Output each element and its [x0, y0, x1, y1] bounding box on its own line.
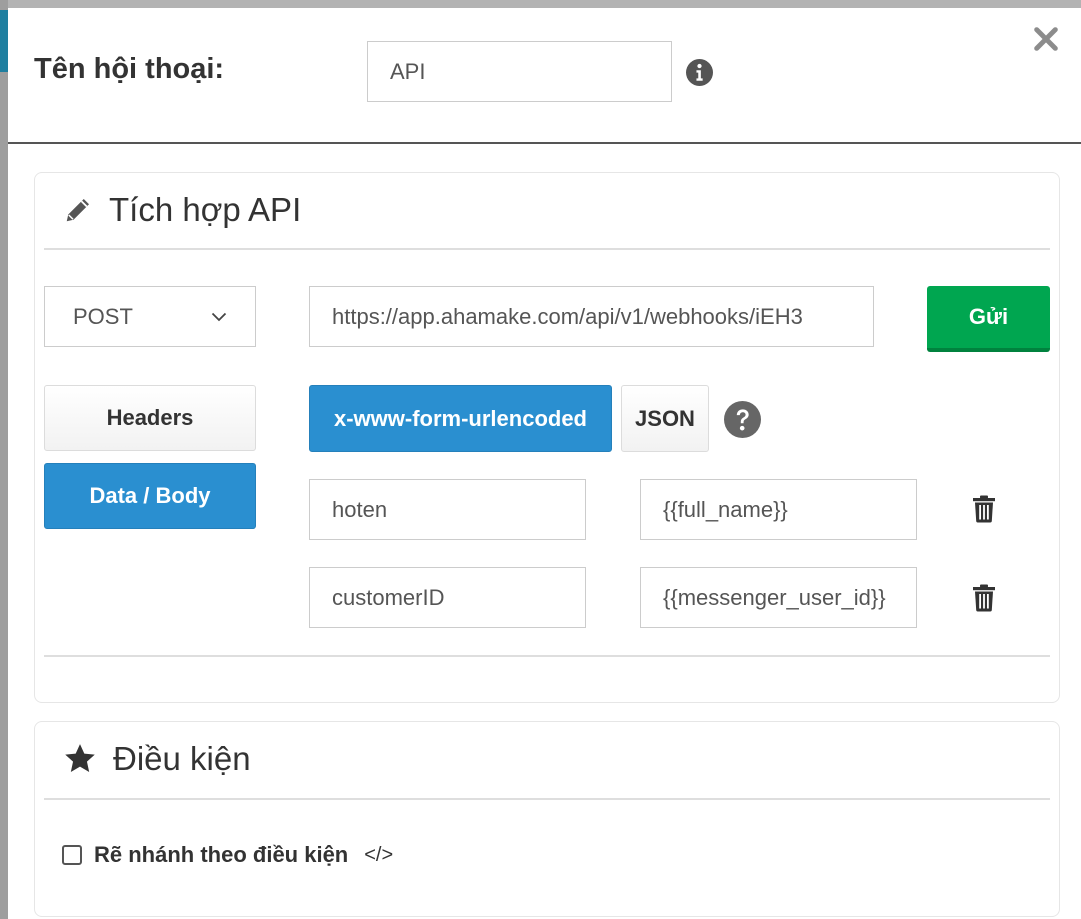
api-dialog-modal: Tên hội thoại: Tích hợp API POST	[8, 8, 1081, 919]
question-circle-icon[interactable]	[724, 401, 761, 438]
tab-data-body[interactable]: Data / Body	[44, 463, 256, 529]
chevron-down-icon	[211, 312, 227, 321]
condition-panel-title-text: Điều kiện	[113, 740, 251, 777]
http-method-select[interactable]: POST	[44, 286, 256, 347]
api-panel-divider-top	[44, 248, 1050, 250]
dialog-name-input[interactable]	[367, 41, 672, 102]
branch-condition-row: Rẽ nhánh theo điều kiện </>	[62, 842, 393, 868]
body-type-form-urlencoded-button[interactable]: x-www-form-urlencoded	[309, 385, 612, 452]
dialog-name-label: Tên hội thoại:	[34, 53, 225, 85]
api-panel-divider-bottom	[44, 655, 1050, 657]
trash-icon[interactable]	[972, 495, 996, 523]
condition-panel: Điều kiện Rẽ nhánh theo điều kiện </>	[34, 721, 1060, 917]
param-value-input[interactable]	[640, 567, 917, 628]
param-key-input[interactable]	[309, 479, 586, 540]
modal-header: Tên hội thoại:	[8, 8, 1081, 144]
api-panel-title-text: Tích hợp API	[109, 191, 302, 228]
background-accent	[0, 10, 8, 72]
condition-panel-title: Điều kiện	[63, 740, 251, 778]
condition-panel-divider	[44, 798, 1050, 800]
api-panel-title: Tích hợp API	[63, 191, 301, 229]
api-integration-panel: Tích hợp API POST Gửi Headers Data / Bod…	[34, 172, 1060, 703]
close-icon[interactable]	[1032, 25, 1060, 53]
info-circle-icon[interactable]	[686, 59, 713, 86]
trash-icon[interactable]	[972, 584, 996, 612]
http-method-value: POST	[73, 303, 133, 329]
branch-condition-label: Rẽ nhánh theo điều kiện	[94, 842, 349, 867]
star-icon	[65, 744, 95, 772]
background-strip	[0, 0, 8, 919]
api-url-input[interactable]	[309, 286, 874, 347]
code-icon: </>	[364, 843, 394, 866]
body-type-json-button[interactable]: JSON	[621, 385, 709, 452]
param-key-input[interactable]	[309, 567, 586, 628]
param-value-input[interactable]	[640, 479, 917, 540]
send-button[interactable]: Gửi	[927, 286, 1050, 352]
branch-condition-checkbox[interactable]	[62, 845, 82, 865]
pencil-icon	[66, 199, 89, 222]
tab-headers[interactable]: Headers	[44, 385, 256, 451]
